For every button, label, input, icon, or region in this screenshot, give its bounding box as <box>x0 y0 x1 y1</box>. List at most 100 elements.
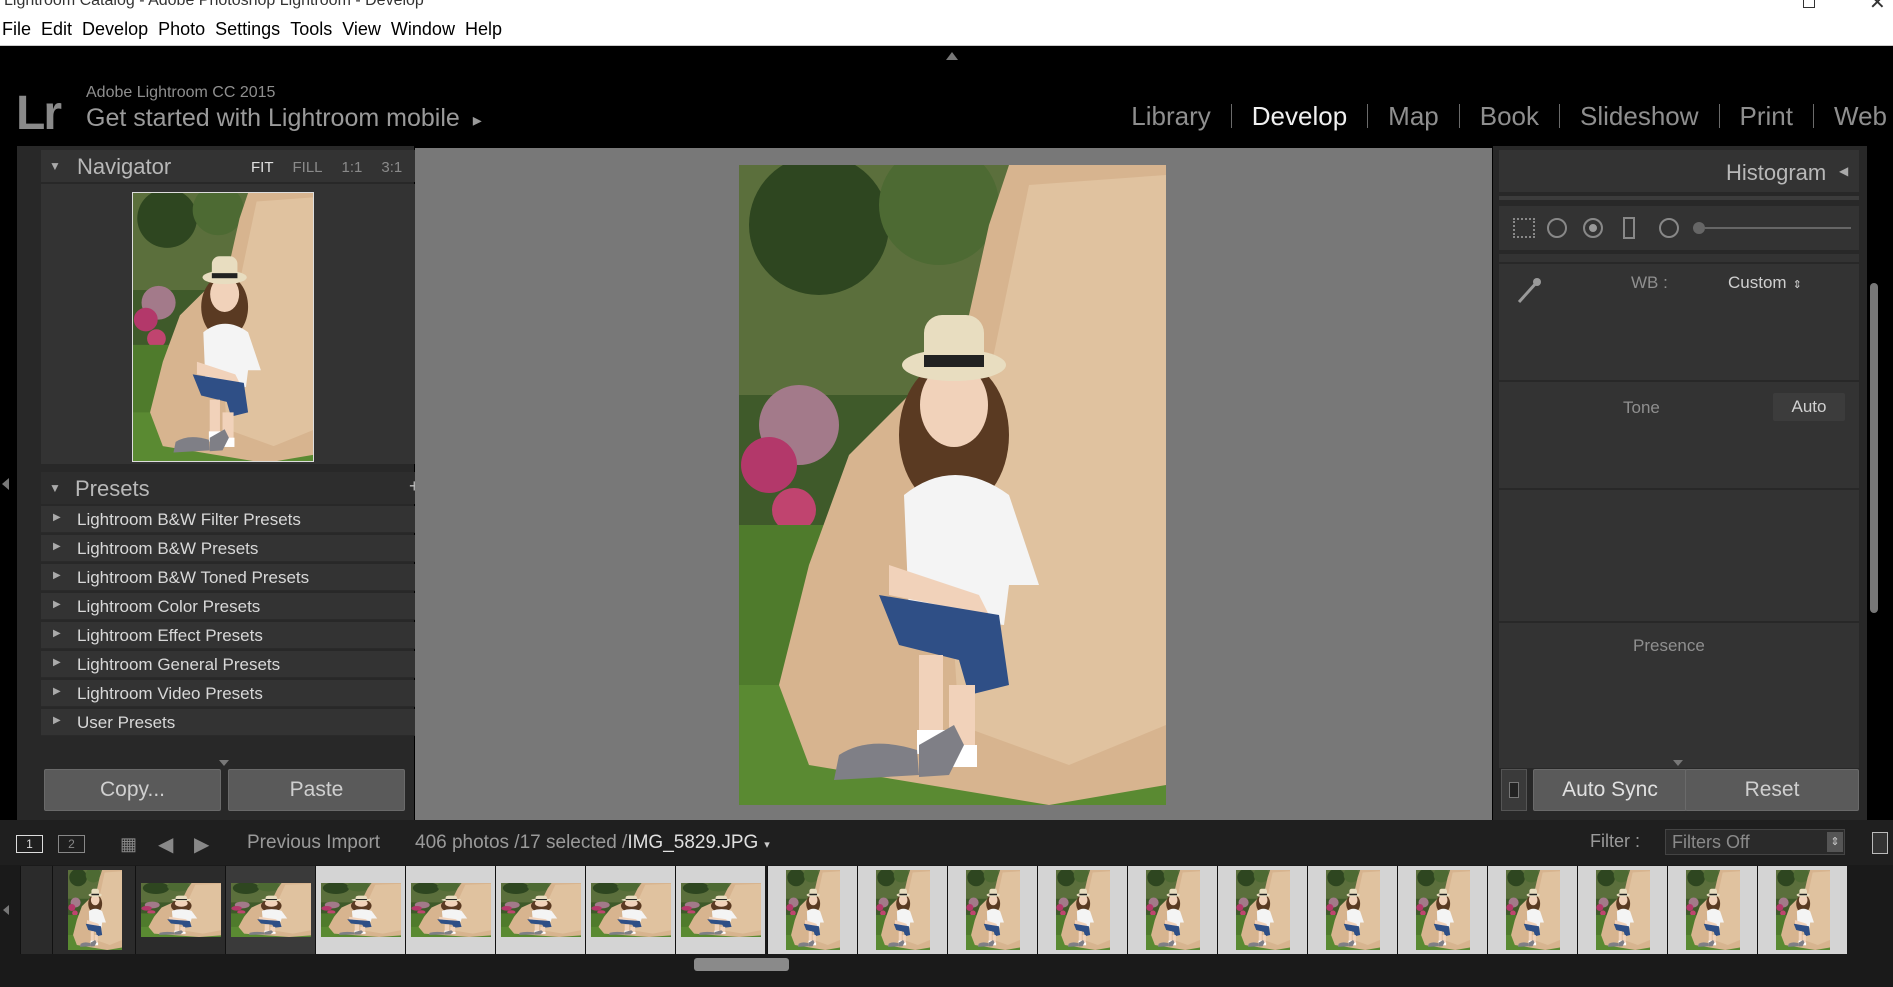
menu-develop[interactable]: Develop <box>80 14 150 40</box>
filmstrip-cell[interactable] <box>225 866 315 954</box>
menu-help[interactable]: Help <box>463 14 504 40</box>
eyedropper-icon[interactable] <box>1513 276 1543 306</box>
brush-size-slider[interactable] <box>1705 227 1851 229</box>
filmstrip-thumbnail <box>501 883 581 937</box>
red-eye-icon[interactable] <box>1583 218 1603 238</box>
zoom-1-1[interactable]: 1:1 <box>342 159 363 176</box>
filmstrip-cell[interactable] <box>857 866 947 954</box>
panel-end-icon <box>1673 760 1683 766</box>
navigator-header[interactable]: ▼ Navigator FITFILL1:13:1 ⇕ <box>41 150 428 182</box>
forward-arrow-icon[interactable]: ▶ <box>194 832 209 857</box>
module-library[interactable]: Library <box>1111 101 1230 132</box>
adjustment-brush-icon[interactable] <box>1693 222 1705 234</box>
preset-folder[interactable]: ▶ User Presets <box>41 709 424 736</box>
filmstrip-left-arrow-icon[interactable] <box>3 905 9 915</box>
menu-edit[interactable]: Edit <box>39 14 74 40</box>
wb-dropdown[interactable]: Custom ⇕ <box>1728 273 1802 293</box>
auto-sync-button[interactable]: Auto Sync <box>1533 769 1687 811</box>
presets-title: Presets <box>75 476 150 501</box>
collapse-left-triangle-icon: ◀ <box>1839 164 1849 178</box>
filmstrip-cell[interactable] <box>1127 866 1217 954</box>
main-window-icon[interactable]: 1 <box>16 835 43 853</box>
filmstrip-cell[interactable] <box>1487 866 1577 954</box>
menu-settings[interactable]: Settings <box>213 14 282 40</box>
auto-tone-button[interactable]: Auto <box>1773 393 1845 421</box>
menu-window[interactable]: Window <box>389 14 457 40</box>
preset-folder[interactable]: ▶ Lightroom Color Presets <box>41 593 424 620</box>
presets-header[interactable]: ▼ Presets + <box>41 472 424 504</box>
menu-tools[interactable]: Tools <box>288 14 334 40</box>
menu-file[interactable]: File <box>0 14 33 40</box>
sync-toggle[interactable] <box>1501 769 1527 811</box>
graduated-filter-icon[interactable] <box>1623 217 1635 239</box>
mobile-promo[interactable]: Get started with Lightroom mobile ▸ <box>86 104 482 133</box>
dropdown-icon: ⇕ <box>1792 279 1802 291</box>
filmstrip-cell[interactable] <box>405 866 495 954</box>
filmstrip-cell[interactable] <box>947 866 1037 954</box>
filmstrip-cell[interactable] <box>52 866 135 954</box>
filmstrip-cell[interactable] <box>1217 866 1307 954</box>
zoom-options: FIT FILL 1:1 3:1 <box>251 159 421 176</box>
filmstrip-cell[interactable] <box>20 866 52 954</box>
preset-folder[interactable]: ▶ Lightroom Video Presets <box>41 680 424 707</box>
reset-button[interactable]: Reset <box>1685 769 1859 811</box>
preset-folder-label: Lightroom B&W Presets <box>77 539 259 558</box>
zoom-fit[interactable]: FIT <box>251 159 274 176</box>
right-scrollbar[interactable] <box>1870 283 1878 613</box>
filmstrip-cell[interactable] <box>585 866 675 954</box>
module-web[interactable]: Web <box>1814 101 1893 132</box>
navigator-preview[interactable] <box>41 184 424 464</box>
module-develop[interactable]: Develop <box>1232 101 1367 132</box>
module-slideshow[interactable]: Slideshow <box>1560 101 1719 132</box>
close-icon[interactable]: ✕ <box>1869 0 1886 14</box>
preset-folder[interactable]: ▶ Lightroom B&W Filter Presets <box>41 506 424 533</box>
filmstrip-cell[interactable] <box>1757 866 1847 954</box>
left-panel-toggle-icon[interactable] <box>2 478 9 490</box>
source-label[interactable]: Previous Import <box>247 832 380 854</box>
filmstrip-scrollbar[interactable] <box>694 958 789 971</box>
filmstrip-cell[interactable] <box>1577 866 1667 954</box>
module-map[interactable]: Map <box>1368 101 1459 132</box>
expand-triangle-icon: ▶ <box>53 570 61 581</box>
zoom-fill[interactable]: FILL <box>293 159 323 176</box>
spot-removal-icon[interactable] <box>1547 218 1567 238</box>
restore-icon[interactable] <box>1803 0 1815 8</box>
back-arrow-icon[interactable]: ◀ <box>158 832 173 857</box>
histogram-header[interactable]: Histogram ◀ <box>1499 150 1859 192</box>
photo-count[interactable]: 406 photos /17 selected /IMG_5829.JPG ▾ <box>415 832 770 854</box>
filmstrip-cell[interactable] <box>1307 866 1397 954</box>
play-arrow-icon: ▸ <box>472 110 482 130</box>
filmstrip-cell[interactable] <box>675 866 765 954</box>
filmstrip-cell[interactable] <box>1397 866 1487 954</box>
filter-dropdown[interactable]: Filters Off ⇕ <box>1665 829 1845 855</box>
preset-folder[interactable]: ▶ Lightroom General Presets <box>41 651 424 678</box>
zoom-3-1[interactable]: 3:1 <box>381 159 402 176</box>
filmstrip-cell[interactable] <box>315 866 405 954</box>
grid-view-icon[interactable]: ▦ <box>120 834 137 855</box>
main-photo[interactable] <box>739 165 1166 805</box>
paste-button[interactable]: Paste <box>228 769 405 811</box>
filmstrip-cell[interactable] <box>1037 866 1127 954</box>
filmstrip-thumbnail <box>591 883 671 937</box>
filmstrip-cell[interactable] <box>495 866 585 954</box>
filmstrip-cell[interactable] <box>1667 866 1757 954</box>
menu-view[interactable]: View <box>340 14 383 40</box>
filmstrip-thumbnail <box>67 870 122 950</box>
filmstrip-thumbnail <box>1686 870 1740 950</box>
filmstrip-cell[interactable] <box>767 866 857 954</box>
filmstrip-cell[interactable] <box>135 866 225 954</box>
top-panel-toggle-icon[interactable] <box>946 52 958 60</box>
filter-lock-icon[interactable] <box>1872 832 1888 854</box>
preset-folder[interactable]: ▶ Lightroom Effect Presets <box>41 622 424 649</box>
menu-photo[interactable]: Photo <box>156 14 207 40</box>
module-print[interactable]: Print <box>1720 101 1813 132</box>
filmstrip-thumbnail <box>681 883 761 937</box>
filmstrip-thumbnail <box>1236 870 1290 950</box>
second-window-icon[interactable]: 2 <box>58 835 85 853</box>
crop-overlay-icon[interactable] <box>1513 218 1535 238</box>
radial-filter-icon[interactable] <box>1659 218 1679 238</box>
copy-button[interactable]: Copy... <box>44 769 221 811</box>
module-book[interactable]: Book <box>1460 101 1559 132</box>
preset-folder[interactable]: ▶ Lightroom B&W Presets <box>41 535 424 562</box>
preset-folder[interactable]: ▶ Lightroom B&W Toned Presets <box>41 564 424 591</box>
